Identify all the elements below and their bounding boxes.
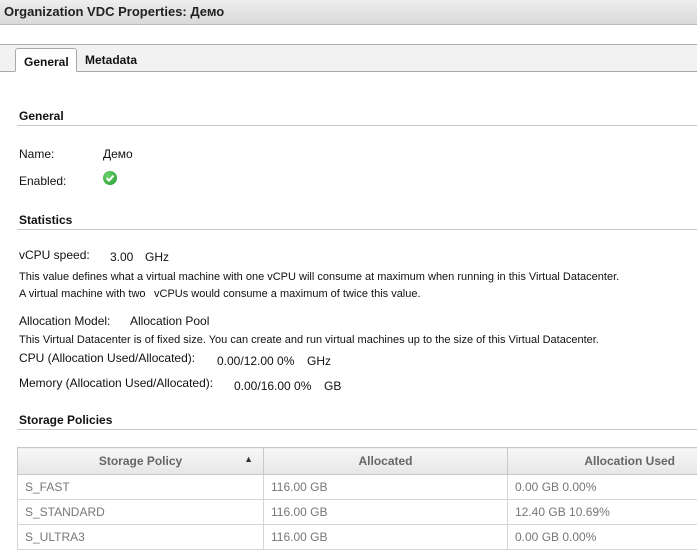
table-row[interactable]: S_FAST 116.00 GB 0.00 GB 0.00%: [17, 474, 697, 500]
memory-allocation-unit: GB: [324, 379, 342, 393]
cpu-allocation-value: 0.00/12.00 0%: [217, 354, 295, 368]
enabled-label: Enabled:: [19, 174, 67, 188]
cell-storage-policy: S_STANDARD: [17, 499, 264, 525]
sort-ascending-icon: ▲: [244, 454, 253, 464]
section-storage-header: Storage Policies: [17, 412, 697, 430]
column-header-storage-policy[interactable]: Storage Policy ▲: [17, 447, 264, 475]
cell-allocation-used: 12.40 GB 10.69%: [507, 499, 697, 525]
section-general-header: General: [17, 108, 697, 126]
cell-allocation-used: 0.00 GB 0.00%: [507, 524, 697, 550]
memory-allocation-value: 0.00/16.00 0%: [234, 379, 312, 393]
name-label: Name:: [19, 147, 55, 161]
table-header-row: Storage Policy ▲ Allocated Allocation Us…: [17, 447, 697, 475]
vcpu-speed-unit: GHz: [145, 250, 169, 264]
section-statistics-header: Statistics: [17, 212, 697, 230]
cell-allocated: 116.00 GB: [263, 524, 508, 550]
cell-allocated: 116.00 GB: [263, 499, 508, 525]
vcpu-speed-value: 3.00: [110, 250, 134, 264]
memory-allocation-label: Memory (Allocation Used/Allocated):: [19, 376, 214, 390]
vcpu-note-line2a: A virtual machine with two: [19, 288, 146, 300]
name-value: Демо: [103, 147, 133, 161]
vcpu-note-line1: This value defines what a virtual machin…: [19, 271, 620, 283]
cpu-allocation-label: CPU (Allocation Used/Allocated):: [19, 351, 196, 365]
window-title-bar: Organization VDC Properties: Демо: [0, 0, 697, 25]
column-header-allocated[interactable]: Allocated: [263, 447, 508, 475]
allocation-note: This Virtual Datacenter is of fixed size…: [19, 334, 599, 346]
table-row[interactable]: S_STANDARD 116.00 GB 12.40 GB 10.69%: [17, 499, 697, 525]
tab-general[interactable]: General: [15, 48, 77, 72]
allocation-model-label: Allocation Model:: [19, 314, 111, 328]
allocation-model-value: Allocation Pool: [130, 314, 210, 328]
cell-allocation-used: 0.00 GB 0.00%: [507, 474, 697, 500]
tab-bar: General Metadata: [0, 45, 697, 72]
cell-storage-policy: S_ULTRA3: [17, 524, 264, 550]
cpu-allocation-unit: GHz: [307, 354, 331, 368]
cell-allocated: 116.00 GB: [263, 474, 508, 500]
cell-storage-policy: S_FAST: [17, 474, 264, 500]
table-row[interactable]: S_ULTRA3 116.00 GB 0.00 GB 0.00%: [17, 524, 697, 550]
check-circle-icon: [103, 171, 117, 185]
column-header-allocation-used[interactable]: Allocation Used: [507, 447, 697, 475]
vcpu-note-line2b: vCPUs would consume a maximum of twice t…: [154, 288, 421, 300]
tab-metadata[interactable]: Metadata: [77, 48, 147, 72]
storage-policies-table: Storage Policy ▲ Allocated Allocation Us…: [17, 447, 697, 550]
window-title: Organization VDC Properties: Демо: [4, 4, 225, 19]
vcpu-speed-label: vCPU speed:: [19, 248, 90, 262]
